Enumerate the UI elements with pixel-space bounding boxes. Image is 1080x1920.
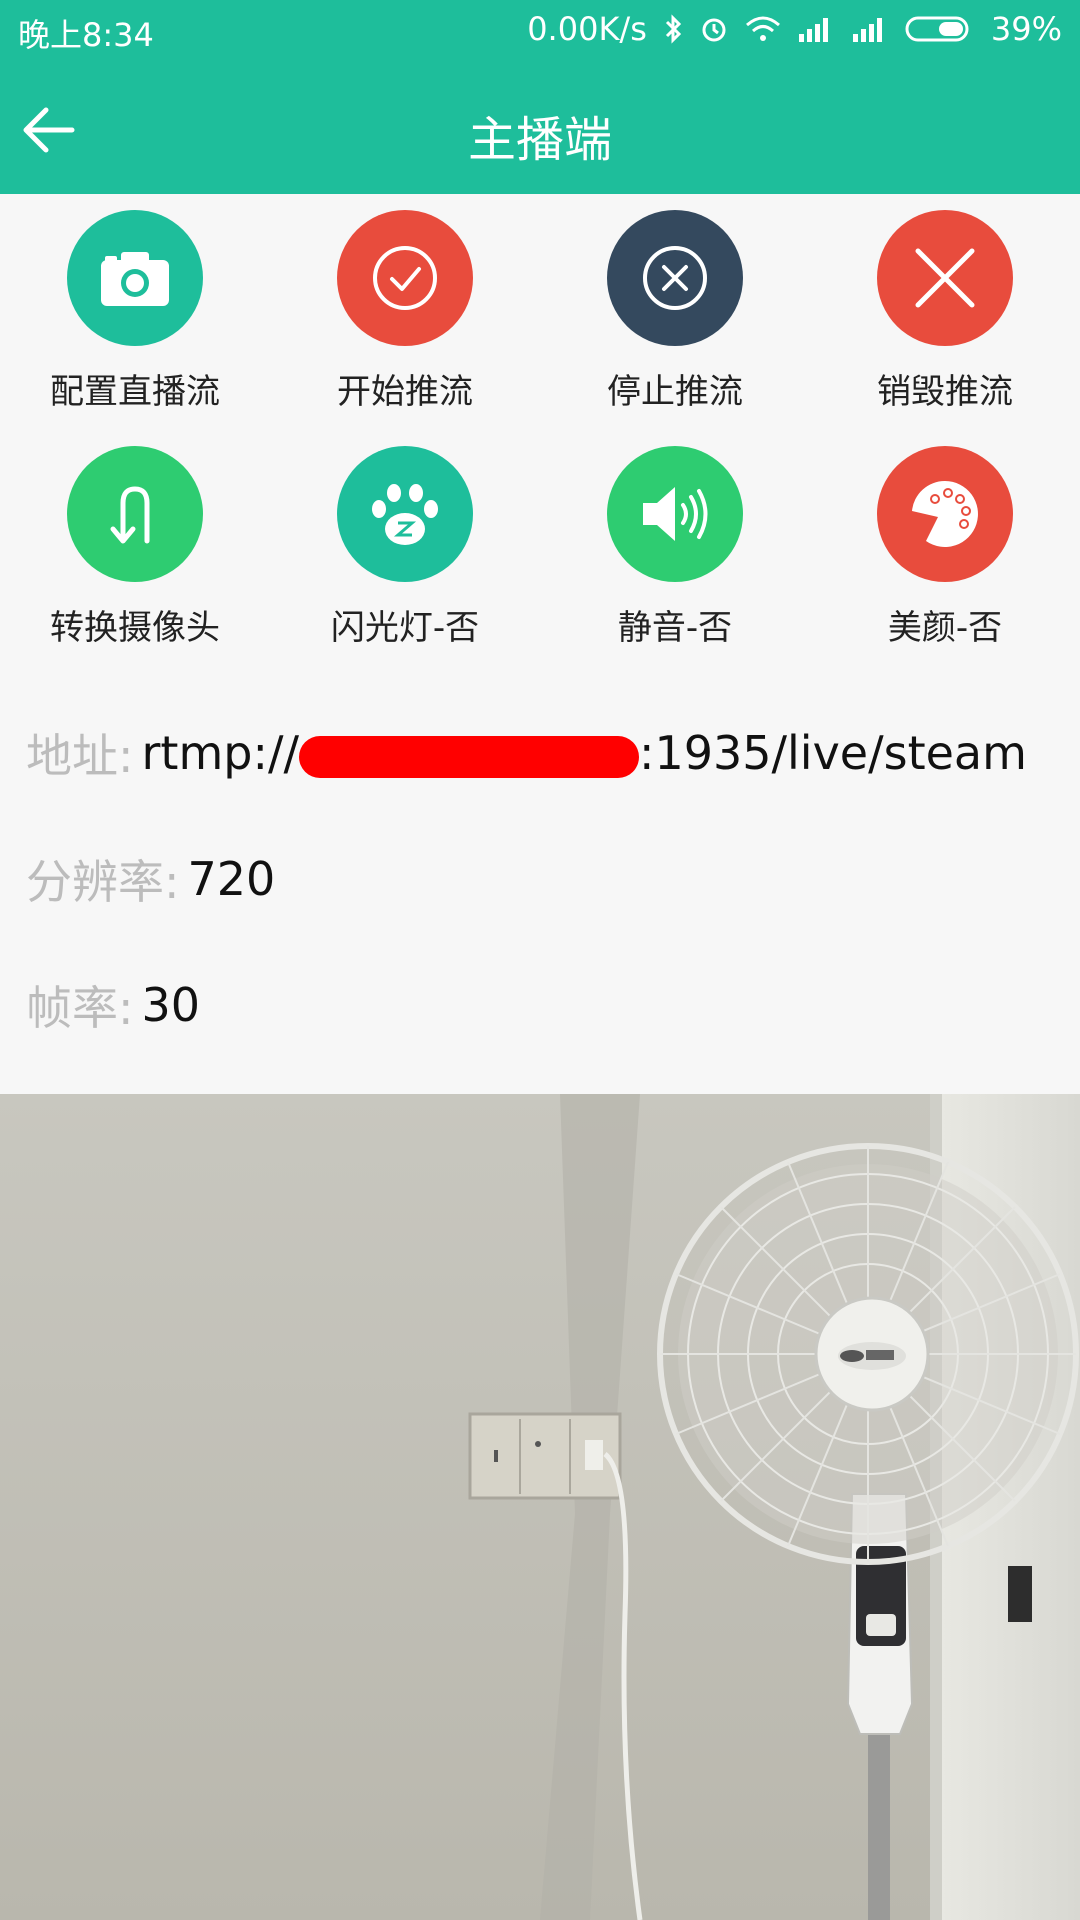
action-circle [877, 446, 1013, 582]
address-row: 地址: rtmp:// :1935/live/steam [26, 690, 1066, 816]
u-turn-icon [110, 486, 150, 544]
action-circle [67, 446, 203, 582]
beauty-toggle-button[interactable]: 美颜-否 [810, 430, 1080, 666]
palette-icon [912, 480, 978, 547]
action-label: 静音-否 [617, 608, 733, 648]
action-label: 转换摄像头 [50, 608, 220, 648]
action-circle [607, 210, 743, 346]
start-push-button[interactable]: 开始推流 [270, 194, 540, 430]
flash-toggle-button[interactable]: 闪光灯-否 [270, 430, 540, 666]
address-suffix: :1935/live/steam [638, 726, 1027, 780]
signal-icon [797, 16, 835, 42]
status-bar: 晚上8:34 0.00K/s 39% [0, 0, 1080, 60]
fps-key: 帧率: [26, 981, 134, 1035]
network-speed: 0.00K/s [527, 10, 647, 48]
resolution-row: 分辨率: 720 [26, 816, 1066, 942]
action-circle [337, 210, 473, 346]
address-prefix: rtmp:// [141, 726, 299, 780]
address-key: 地址: [26, 729, 134, 783]
action-row: 转换摄像头 闪光灯-否 静音-否 美颜-否 [0, 430, 1080, 666]
action-label: 闪光灯-否 [330, 608, 480, 648]
paw-icon [372, 484, 438, 545]
action-label: 停止推流 [607, 372, 743, 412]
check-circle-icon [373, 246, 437, 310]
x-circle-icon [643, 246, 707, 310]
action-label: 配置直播流 [50, 372, 220, 412]
app-bar: 主播端 [0, 60, 1080, 194]
camera-preview [0, 1094, 1080, 1920]
bluetooth-icon [663, 14, 683, 44]
action-label: 开始推流 [337, 372, 473, 412]
status-right: 0.00K/s 39% [527, 10, 1062, 48]
status-time: 晚上8:34 [18, 16, 154, 54]
action-circle [877, 210, 1013, 346]
action-label: 美颜-否 [887, 608, 1003, 648]
resolution-key: 分辨率: [26, 855, 180, 909]
camera-icon [101, 252, 169, 306]
speaker-icon [643, 487, 708, 541]
signal-icon [851, 16, 889, 42]
action-label: 销毁推流 [877, 372, 1013, 412]
destroy-push-button[interactable]: 销毁推流 [810, 194, 1080, 430]
action-grid: 配置直播流 开始推流 停止推流 销毁推流 转换摄像头 闪光灯-否 静音-否 美颜… [0, 194, 1080, 666]
resolution-value: 720 [187, 852, 276, 906]
mute-toggle-button[interactable]: 静音-否 [540, 430, 810, 666]
stop-push-button[interactable]: 停止推流 [540, 194, 810, 430]
address-value: rtmp:// :1935/live/steam [142, 726, 1027, 780]
action-circle [607, 446, 743, 582]
address-redaction [298, 735, 639, 778]
fps-row: 帧率: 30 [26, 942, 1066, 1068]
battery-icon [905, 14, 975, 44]
close-icon [915, 248, 975, 308]
camera-preview-image [0, 1094, 1080, 1920]
wifi-icon [745, 15, 781, 43]
page-title: 主播端 [467, 112, 612, 168]
battery-percent: 39% [990, 10, 1062, 48]
fps-value: 30 [141, 978, 201, 1032]
alarm-icon [699, 14, 729, 44]
action-circle [337, 446, 473, 582]
switch-camera-button[interactable]: 转换摄像头 [0, 430, 270, 666]
action-row: 配置直播流 开始推流 停止推流 销毁推流 [0, 194, 1080, 430]
configure-stream-button[interactable]: 配置直播流 [0, 194, 270, 430]
action-circle [67, 210, 203, 346]
stream-info: 地址: rtmp:// :1935/live/steam 分辨率: 720 帧率:… [26, 690, 1066, 1068]
